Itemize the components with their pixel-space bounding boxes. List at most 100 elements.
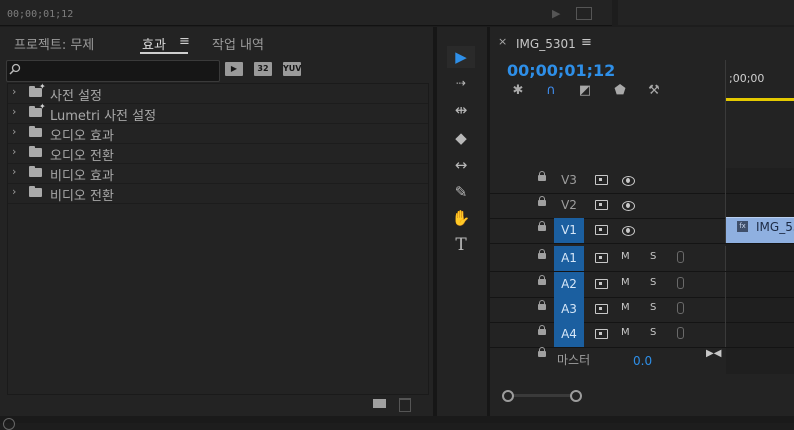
playhead-timecode[interactable]: 00;00;01;12 (507, 61, 615, 80)
new-folder-icon[interactable] (373, 399, 386, 408)
step-forward-icon[interactable]: ▶ (552, 7, 566, 20)
sequence-menu-icon[interactable]: ≡ (581, 35, 592, 50)
sync-lock-icon[interactable] (595, 279, 608, 289)
zoom-handle-right[interactable] (570, 390, 582, 402)
chevron-right-icon[interactable]: › (12, 185, 16, 198)
eye-icon[interactable] (622, 176, 635, 186)
razor-tool-icon[interactable]: ◆ (447, 127, 475, 149)
track-label[interactable]: V3 (554, 168, 584, 193)
microphone-icon[interactable] (677, 302, 684, 314)
sync-lock-icon[interactable] (595, 304, 608, 314)
solo-button[interactable]: S (650, 277, 656, 288)
active-tab-indicator (140, 52, 188, 54)
program-monitor-strip (0, 0, 612, 26)
track-label[interactable]: V2 (554, 193, 584, 218)
mute-button[interactable]: M (621, 251, 630, 262)
slip-tool-icon[interactable]: ↔ (447, 154, 475, 176)
solo-button[interactable]: S (650, 327, 656, 338)
mute-button[interactable]: M (621, 277, 630, 288)
yuv-effects-filter-icon[interactable]: YUV (283, 62, 301, 76)
microphone-icon[interactable] (677, 327, 684, 339)
tab-effects[interactable]: 효과 (142, 34, 166, 53)
track-label[interactable]: A4 (554, 322, 584, 347)
divider (725, 246, 726, 271)
ripple-edit-tool-icon[interactable]: ⇹ (447, 99, 475, 121)
sync-lock-icon[interactable] (595, 253, 608, 263)
track-label[interactable]: V1 (554, 218, 584, 243)
sync-lock-icon[interactable] (595, 329, 608, 339)
lock-icon[interactable] (538, 196, 546, 206)
video-track-v3[interactable]: V3 (490, 168, 794, 194)
folder-icon (29, 166, 42, 177)
track-label[interactable]: A1 (554, 246, 584, 271)
list-item[interactable]: › ✦ Lumetri 사전 설정 (8, 102, 428, 124)
chevron-right-icon[interactable]: › (12, 85, 16, 98)
lock-icon[interactable] (538, 275, 546, 285)
work-area-bar[interactable] (726, 98, 794, 101)
close-icon[interactable]: × (498, 35, 507, 48)
list-item-label: 오디오 전환 (50, 149, 114, 164)
microphone-icon[interactable] (677, 251, 684, 263)
type-tool-icon[interactable]: T (447, 234, 475, 256)
track-label[interactable]: A3 (554, 297, 584, 322)
master-volume-value[interactable]: 0.0 (633, 354, 652, 368)
snap-icon[interactable]: ∩ (543, 83, 559, 99)
solo-button[interactable]: S (650, 251, 656, 262)
chevron-right-icon[interactable]: › (12, 165, 16, 178)
divider (725, 193, 726, 218)
list-item-label: 비디오 전환 (50, 189, 114, 204)
trash-icon[interactable] (399, 398, 411, 412)
linked-selection-icon[interactable]: ◩ (577, 83, 593, 99)
list-item[interactable]: › 비디오 효과 (8, 164, 428, 184)
go-to-end-icon[interactable]: ▶◀ (706, 348, 721, 359)
selection-tool-icon[interactable]: ▶ (447, 46, 475, 68)
pen-tool-icon[interactable]: ✎ (447, 181, 475, 203)
mute-button[interactable]: M (621, 327, 630, 338)
sync-lock-icon[interactable] (595, 200, 608, 210)
zoom-handle-left[interactable] (502, 390, 514, 402)
audio-track-a2[interactable]: A2 M S (490, 272, 794, 298)
panel-menu-icon[interactable]: ≡ (179, 34, 190, 49)
export-frame-icon[interactable] (576, 7, 592, 20)
audio-track-a4[interactable]: A4 M S (490, 322, 794, 348)
tab-project[interactable]: 프로젝트: 무제 (14, 34, 94, 53)
nest-sequence-icon[interactable]: ✱ (510, 83, 526, 99)
track-select-forward-tool-icon[interactable]: ⇢ (447, 72, 475, 94)
32bit-effects-filter-icon[interactable]: 32 (254, 62, 272, 76)
chevron-right-icon[interactable]: › (12, 125, 16, 138)
lock-icon[interactable] (538, 221, 546, 231)
eye-icon[interactable] (622, 201, 635, 211)
chevron-right-icon[interactable]: › (12, 105, 16, 118)
lock-icon[interactable] (538, 249, 546, 259)
microphone-icon[interactable] (677, 277, 684, 289)
list-item[interactable]: › ✦ 사전 설정 (8, 82, 428, 104)
tab-history[interactable]: 작업 내역 (212, 34, 264, 53)
master-track-label: 마스터 (557, 353, 591, 367)
wrench-icon[interactable]: ⚒ (646, 83, 662, 99)
ruler-time-label: ;00;00 (729, 72, 765, 85)
video-track-v2[interactable]: V2 (490, 193, 794, 219)
lock-icon[interactable] (538, 325, 546, 335)
sync-lock-icon[interactable] (595, 175, 608, 185)
divider (725, 297, 726, 322)
audio-track-a1[interactable]: A1 M S (490, 246, 794, 272)
eye-icon[interactable] (622, 226, 635, 236)
accelerated-effects-filter-icon[interactable]: ▶ (225, 62, 243, 76)
lock-icon[interactable] (538, 300, 546, 310)
effects-search-input[interactable] (6, 60, 220, 82)
list-item[interactable]: › 비디오 전환 (8, 184, 428, 204)
mute-button[interactable]: M (621, 302, 630, 313)
audio-track-a3[interactable]: A3 M S (490, 297, 794, 323)
lock-icon[interactable] (538, 171, 546, 181)
sequence-tab-title[interactable]: IMG_5301 (516, 37, 576, 51)
hand-tool-icon[interactable]: ✋ (447, 207, 475, 229)
track-label[interactable]: A2 (554, 272, 584, 297)
zoom-scrollbar[interactable] (505, 394, 577, 397)
chevron-right-icon[interactable]: › (12, 145, 16, 158)
solo-button[interactable]: S (650, 302, 656, 313)
sync-lock-icon[interactable] (595, 225, 608, 235)
lock-icon[interactable] (538, 347, 546, 357)
add-marker-icon[interactable]: ⬟ (612, 83, 628, 99)
list-item[interactable]: › 오디오 전환 (8, 144, 428, 164)
list-item[interactable]: › 오디오 효과 (8, 124, 428, 144)
